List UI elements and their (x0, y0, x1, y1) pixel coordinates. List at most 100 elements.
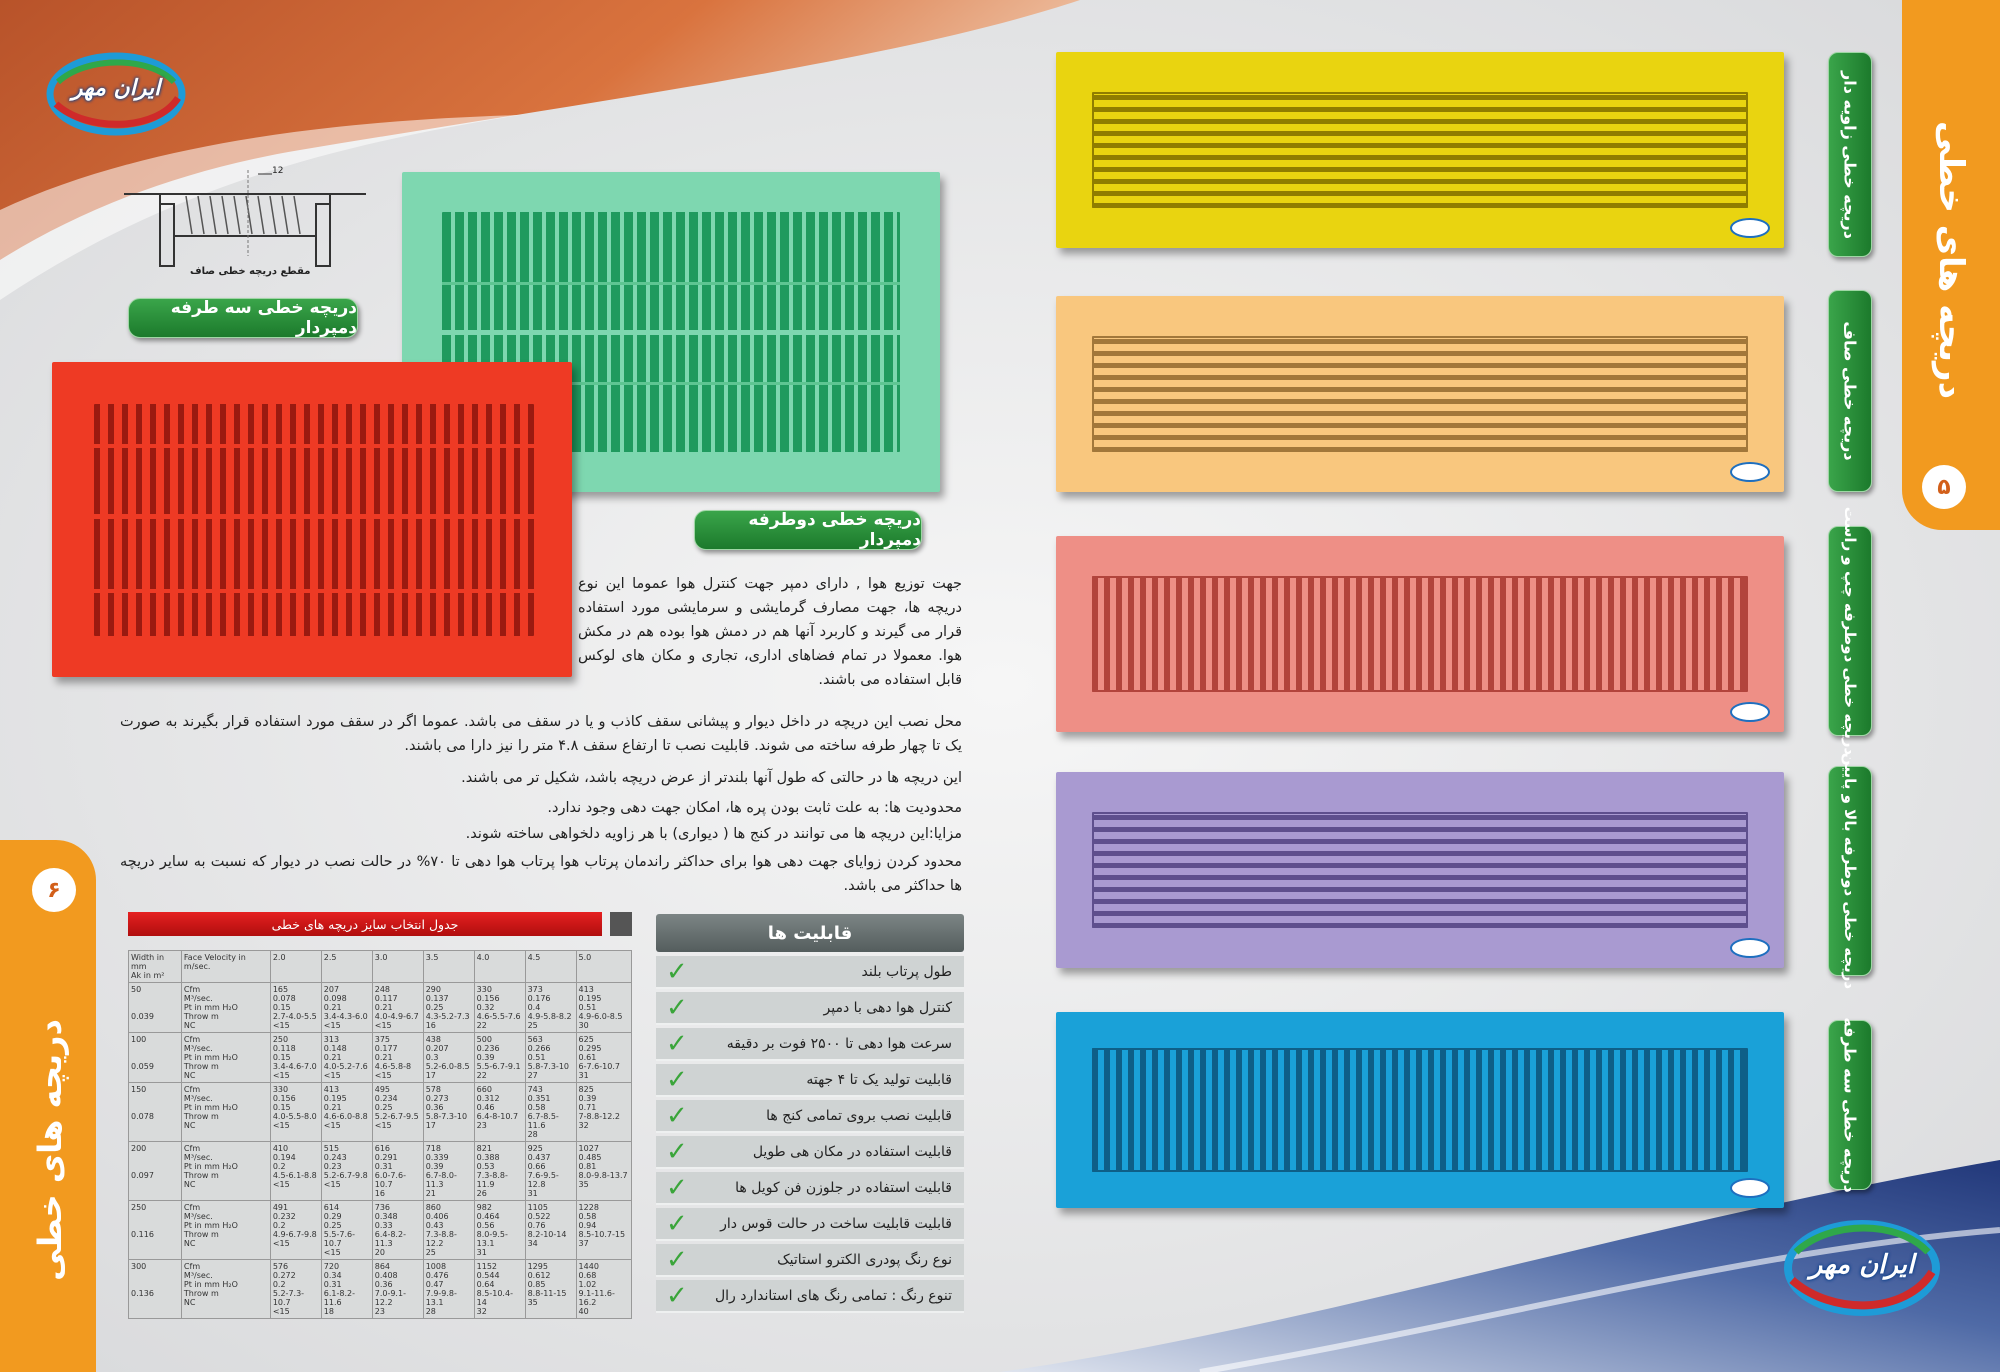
table-cell: 1152 0.544 0.64 8.5-10.4-14 32 (473, 1259, 526, 1319)
width-cell: 250 0.116 (128, 1200, 182, 1260)
table-cell: 578 0.273 0.36 5.8-7.3-10 17 (422, 1082, 475, 1142)
cross-section-diagram (124, 170, 366, 267)
check-icon: ✓ (666, 1100, 688, 1131)
left-section-title: دریچه های خطی (31, 1019, 69, 1281)
left-page-number: ۶ (32, 868, 76, 912)
table-cell: 563 0.266 0.51 5.8-7.3-10 27 (524, 1032, 577, 1083)
table-row: 200 0.097 Cfm M³/sec. Pt in mm H₂O Throw … (128, 1141, 633, 1201)
width-cell: 100 0.059 (128, 1032, 182, 1083)
table-cell: 438 0.207 0.3 5.2-6.0-8.5 17 (422, 1032, 475, 1083)
param-labels-cell: Cfm M³/sec. Pt in mm H₂O Throw m NC (180, 1032, 271, 1083)
feature-item: قابلیت تولید یک تا ۴ جهته ✓ (656, 1064, 964, 1097)
check-icon: ✓ (666, 956, 688, 987)
table-cell: 1440 0.68 1.02 9.1-11.6-16.2 40 (575, 1259, 633, 1319)
table-cell: 718 0.339 0.39 6.7-8.0-11.3 21 (422, 1141, 475, 1201)
grille-photo-2 (1056, 296, 1784, 492)
param-labels-cell: Cfm M³/sec. Pt in mm H₂O Throw m NC (180, 982, 271, 1033)
label-straight-linear: دریچه خطی صاف (1828, 290, 1872, 492)
table-param-header: Face Velocity in m/sec. (180, 950, 271, 983)
features-heading: قابلیت ها (656, 914, 964, 952)
param-labels-cell: Cfm M³/sec. Pt in mm H₂O Throw m NC (180, 1082, 271, 1142)
check-icon: ✓ (666, 1028, 688, 1059)
param-labels-cell: Cfm M³/sec. Pt in mm H₂O Throw m NC (180, 1141, 271, 1201)
photo-red-three-way-damper (52, 362, 572, 677)
grille-badge (1730, 462, 1770, 482)
brand-logo-bottom-text: ایران مهر (1809, 1250, 1915, 1280)
table-cell: 1228 0.58 0.94 8.5-10.7-15 37 (575, 1200, 633, 1260)
table-cell: 616 0.291 0.31 6.0-7.6-10.7 16 (371, 1141, 424, 1201)
table-row: 300 0.136 Cfm M³/sec. Pt in mm H₂O Throw … (128, 1259, 633, 1319)
table-cell: 207 0.098 0.21 3.4-4.3-6.0 <15 (320, 982, 373, 1033)
table-cell: 250 0.118 0.15 3.4-4.6-7.0 <15 (269, 1032, 322, 1083)
table-corner-cell: Width in mm Ak in m² (128, 950, 182, 983)
feature-text: کنترل هوا دهی با دمپر (823, 999, 952, 1016)
table-cell: 515 0.243 0.23 5.2-6.7-9.8 <15 (320, 1141, 373, 1201)
table-icon (610, 912, 632, 936)
velocity-header: 2.5 (320, 950, 373, 983)
table-cell: 330 0.156 0.15 4.0-5.5-8.0 <15 (269, 1082, 322, 1142)
width-cell: 300 0.136 (128, 1259, 182, 1319)
grille-photo-4 (1056, 772, 1784, 968)
table-cell: 330 0.156 0.32 4.6-5.5-7.6 22 (473, 982, 526, 1033)
width-cell: 200 0.097 (128, 1141, 182, 1201)
install-paragraph: محل نصب این دریچه در داخل دیوار و پیشانی… (120, 714, 962, 754)
table-cell: 413 0.195 0.21 4.6-6.0-8.8 <15 (320, 1082, 373, 1142)
table-row: 100 0.059 Cfm M³/sec. Pt in mm H₂O Throw … (128, 1032, 633, 1083)
table-cell: 1295 0.612 0.85 8.8-11-15 35 (524, 1259, 577, 1319)
table-cell: 410 0.194 0.2 4.5-6.1-8.8 <15 (269, 1141, 322, 1201)
table-row: 150 0.078 Cfm M³/sec. Pt in mm H₂O Throw … (128, 1082, 633, 1142)
width-cell: 150 0.078 (128, 1082, 182, 1142)
check-icon: ✓ (666, 992, 688, 1023)
size-selection-table: Width in mm Ak in m² Face Velocity in m/s… (128, 950, 633, 1319)
throw-note: محدود کردن زوایای جهت دهی هوا برای حداکث… (120, 854, 962, 894)
table-cell: 660 0.312 0.46 6.4-8-10.7 23 (473, 1082, 526, 1142)
table-row: 250 0.116 Cfm M³/sec. Pt in mm H₂O Throw … (128, 1200, 633, 1260)
grille-photo-3 (1056, 536, 1784, 732)
grille-photo-5 (1056, 1012, 1784, 1208)
feature-item: طول پرتاب بلند ✓ (656, 956, 964, 989)
feature-text: قابلیت استفاده در جلوزن فن کویل ها (735, 1179, 952, 1196)
table-header-row: Width in mm Ak in m² Face Velocity in m/s… (128, 950, 633, 983)
table-cell: 982 0.464 0.56 8.0-9.5-13.1 31 (473, 1200, 526, 1260)
velocity-header: 4.0 (473, 950, 526, 983)
shape-note: این دریچه ها در حالتی که طول آنها بلندتر… (461, 770, 962, 786)
feature-text: قابلیت تولید یک تا ۴ جهته (806, 1071, 952, 1088)
right-page-number: ۵ (1922, 465, 1966, 509)
table-cell: 576 0.272 0.2 5.2-7.3-10.7 <15 (269, 1259, 322, 1319)
label-two-way-left-right: دریچه خطی دوطرفه چپ و راست (1828, 507, 1872, 755)
table-cell: 825 0.39 0.71 7-8.8-12.2 32 (575, 1082, 633, 1142)
label-two-way-damper: دریچه خطی دوطرفه دمپردار (694, 510, 922, 550)
feature-item: کنترل هوا دهی با دمپر ✓ (656, 992, 964, 1025)
param-labels-cell: Cfm M³/sec. Pt in mm H₂O Throw m NC (180, 1259, 271, 1319)
table-cell: 248 0.117 0.21 4.0-4.9-6.7 <15 (371, 982, 424, 1033)
table-cell: 1027 0.485 0.81 8.0-9.8-13.7 35 (575, 1141, 633, 1201)
feature-text: نوع رنگ پودری الکترو استاتیک (777, 1251, 952, 1268)
grille-badge (1730, 218, 1770, 238)
feature-item: قابلیت استفاده در مکان هی طویل ✓ (656, 1136, 964, 1169)
label-angled-linear: دریچه خطی زاویه دار (1828, 52, 1872, 257)
check-icon: ✓ (666, 1064, 688, 1095)
check-icon: ✓ (666, 1172, 688, 1203)
velocity-header: 3.5 (422, 950, 475, 983)
label-two-way-up-down: دریچه خطی دوطرفه بالا و پایین (1828, 753, 1872, 989)
velocity-header: 4.5 (524, 950, 577, 983)
table-cell: 821 0.388 0.53 7.3-8.8-11.9 26 (473, 1141, 526, 1201)
right-section-title: دریچه های خطی (1931, 120, 1971, 400)
table-cell: 864 0.408 0.36 7.0-9.1-12.2 23 (371, 1259, 424, 1319)
velocity-header: 2.0 (269, 950, 322, 983)
table-cell: 614 0.29 0.25 5.5-7.6-10.7 <15 (320, 1200, 373, 1260)
feature-text: تنوع رنگ : تمامی رنگ های استاندارد رال (714, 1287, 952, 1304)
brand-logo-top-text: ایران مهر (71, 76, 161, 101)
feature-text: طول پرتاب بلند (861, 963, 952, 980)
check-icon: ✓ (666, 1208, 688, 1239)
check-icon: ✓ (666, 1136, 688, 1167)
dimension-label: 12 (272, 166, 284, 176)
feature-text: سرعت هوا دهی تا ۲۵۰۰ فوت بر دقیقه (726, 1035, 952, 1052)
label-three-way: دریچه خطی سه طرفه (1828, 1017, 1872, 1193)
table-cell: 625 0.295 0.61 6-7.6-10.7 31 (575, 1032, 633, 1083)
feature-item: قابلیت نصب بروی تمامی کنج ها ✓ (656, 1100, 964, 1133)
label-three-way-damper: دریچه خطی سه طرفه دمپردار (128, 298, 358, 338)
table-cell: 413 0.195 0.51 4.9-6.0-8.5 30 (575, 982, 633, 1033)
table-cell: 720 0.34 0.31 6.1-8.2-11.6 18 (320, 1259, 373, 1319)
feature-text: قابلیت نصب بروی تمامی کنج ها (766, 1107, 952, 1124)
